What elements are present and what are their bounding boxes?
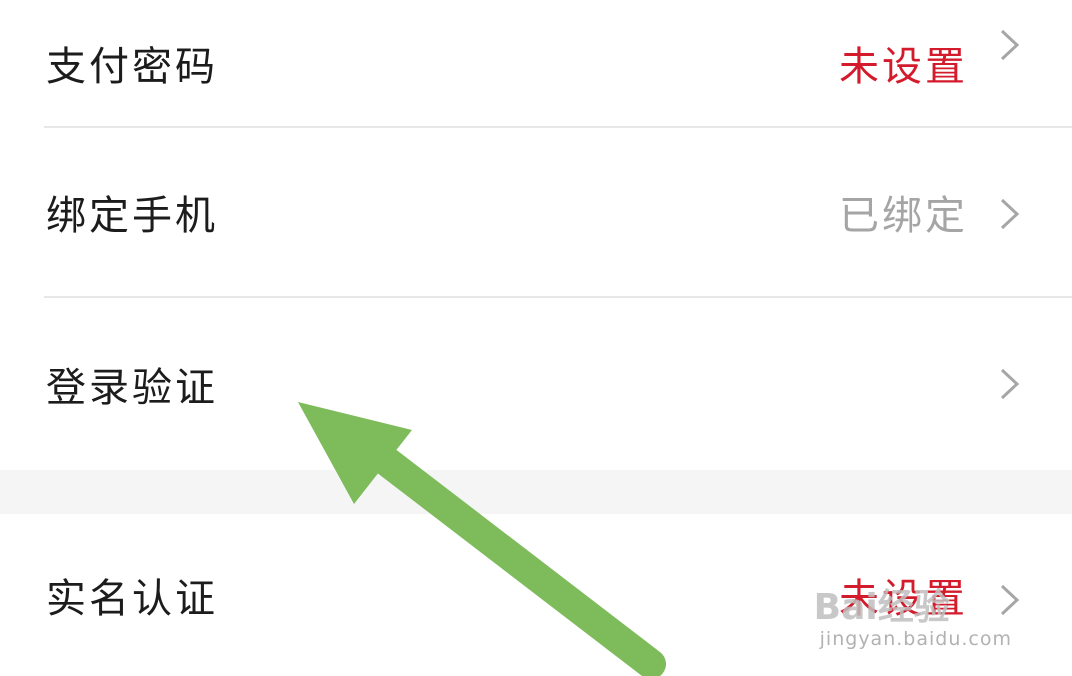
login-verification-label: 登录验证 [46, 365, 218, 411]
login-verification-row[interactable]: 登录验证 [0, 298, 1072, 470]
chevron-right-icon [1000, 198, 1020, 230]
section-separator [0, 470, 1072, 514]
payment-password-row[interactable]: 支付密码 未设置 [0, 0, 1072, 126]
bind-phone-status: 已绑定 [839, 193, 968, 239]
baidu-jingyan-watermark: Bai经验 jingyan.baidu.com [814, 578, 1012, 650]
real-name-verification-label: 实名认证 [46, 576, 218, 622]
chevron-right-icon [1000, 368, 1020, 400]
bind-phone-label: 绑定手机 [46, 193, 218, 239]
watermark-url: jingyan.baidu.com [819, 628, 1012, 650]
payment-password-label: 支付密码 [46, 44, 218, 90]
watermark-brand: Bai经验 [813, 587, 950, 628]
payment-password-status: 未设置 [839, 44, 968, 90]
bind-phone-row[interactable]: 绑定手机 已绑定 [0, 128, 1072, 296]
account-security-page: 支付密码 未设置 绑定手机 已绑定 登录验证 实名认证 未设置 Bai经验 ji… [0, 0, 1072, 676]
chevron-right-icon [1000, 29, 1020, 61]
